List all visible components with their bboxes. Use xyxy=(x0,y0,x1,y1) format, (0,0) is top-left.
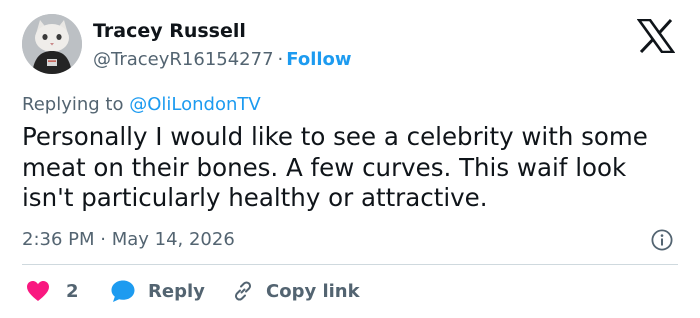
tweet-card: Tracey Russell @TraceyR16154277 · Follow R… xyxy=(0,0,700,318)
reply-mention-link[interactable]: @OliLondonTV xyxy=(129,94,260,115)
divider xyxy=(22,264,678,265)
copy-link-label: Copy link xyxy=(266,280,360,302)
like-count: 2 xyxy=(66,280,79,302)
tweet-text-line: isn't particularly healthy or attractive… xyxy=(22,183,488,212)
link-icon xyxy=(234,281,252,301)
follow-button[interactable]: Follow xyxy=(286,49,351,70)
like-button[interactable]: 2 xyxy=(26,278,79,304)
tweet-text-line: Personally I would like to see a celebri… xyxy=(22,122,648,151)
reply-button[interactable]: Reply xyxy=(110,278,205,304)
separator-dot: · xyxy=(277,49,284,70)
reply-context-prefix: Replying to xyxy=(22,94,124,115)
tweet-timestamp[interactable]: 2:36 PM · May 14, 2026 xyxy=(22,229,235,250)
tweet-text: Personally I would like to see a celebri… xyxy=(22,122,682,214)
cat-avatar-icon xyxy=(22,14,82,74)
author-name[interactable]: Tracey Russell xyxy=(93,20,246,42)
author-handle[interactable]: @TraceyR16154277 xyxy=(93,49,274,70)
avatar[interactable] xyxy=(22,14,82,74)
reply-label: Reply xyxy=(148,280,205,302)
heart-icon xyxy=(27,281,49,301)
copy-link-button[interactable]: Copy link xyxy=(232,278,360,304)
tweet-text-line: meat on their bones. A few curves. This … xyxy=(22,152,627,182)
x-logo-icon[interactable] xyxy=(636,18,676,54)
info-icon[interactable] xyxy=(651,229,673,251)
reply-bubble-icon xyxy=(111,280,135,302)
reply-context: Replying to @OliLondonTV xyxy=(22,94,261,115)
author-handle-line: @TraceyR16154277 · Follow xyxy=(93,49,352,70)
